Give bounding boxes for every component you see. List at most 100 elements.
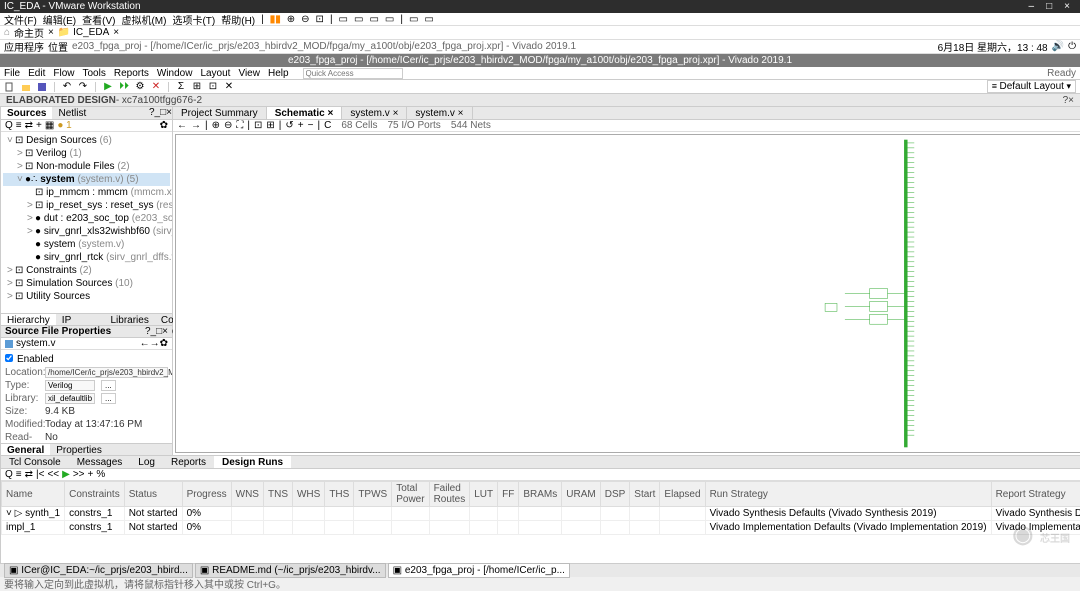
tool-icon[interactable]: + — [88, 469, 94, 480]
tab-system-v-2[interactable]: system.v × — [407, 107, 472, 119]
quick-access-input[interactable] — [303, 68, 403, 79]
tree-sirv-rtc[interactable]: ● sirv_gnrl_rtck (sirv_gnrl_dffs.v) — [3, 251, 170, 264]
col-header[interactable]: THS — [325, 482, 354, 507]
gear-icon[interactable]: ✿ — [160, 120, 168, 131]
gear-icon[interactable]: ✿ — [160, 338, 168, 349]
menu-window[interactable]: Window — [157, 68, 193, 79]
tab-schematic[interactable]: Schematic × — [267, 107, 343, 119]
location-field[interactable]: /home/ICer/ic_prjs/e203_hbirdv2_MOD/fpga… — [45, 367, 168, 378]
maximize-button[interactable]: □ — [1040, 1, 1058, 12]
tab-messages[interactable]: Messages — [69, 456, 131, 468]
tool-icon[interactable]: << — [47, 469, 59, 480]
tool-icon[interactable]: % — [96, 469, 105, 480]
tab-libraries[interactable]: Libraries — [104, 314, 154, 325]
redo-icon[interactable]: ↷ — [77, 81, 89, 93]
taskbar-item[interactable]: ▣ e203_fpga_proj - [/home/ICer/ic_p... — [388, 563, 570, 578]
menu-vm[interactable]: 虚拟机(M) — [121, 12, 166, 27]
close-icon[interactable]: × — [166, 107, 172, 119]
sys-icon[interactable]: ⏻ — [1068, 41, 1076, 52]
col-header[interactable]: Progress — [182, 482, 231, 507]
stop-icon[interactable]: ✕ — [150, 81, 162, 93]
tree-system[interactable]: ˅●∴ system (system.v) (5) — [3, 173, 170, 186]
save-icon[interactable] — [36, 81, 48, 93]
back-icon[interactable]: ← — [140, 338, 150, 349]
vm-tool-icon[interactable]: ▭ — [409, 14, 418, 25]
tool-icon[interactable]: ↺ — [285, 120, 293, 131]
menu-reports[interactable]: Reports — [114, 68, 149, 79]
col-header[interactable]: WHS — [292, 482, 324, 507]
tree-ip-reset[interactable]: ˃⊡ ip_reset_sys : reset_sys (reset_sys.x… — [3, 199, 170, 212]
col-header[interactable]: WNS — [231, 482, 263, 507]
tool-icon[interactable]: + — [298, 120, 304, 131]
tool-icon[interactable]: ≡ — [16, 469, 22, 480]
tree-design-sources[interactable]: ˅⊡ Design Sources (6) — [3, 134, 170, 147]
runs-table[interactable]: NameConstraintsStatusProgressWNSTNSWHSTH… — [1, 481, 1080, 563]
menu-layout[interactable]: Layout — [200, 68, 230, 79]
vm-tool-icon[interactable]: ▭ — [424, 14, 433, 25]
add-icon[interactable]: + — [36, 120, 42, 131]
tool-icon[interactable]: >> — [73, 469, 85, 480]
tool-icon[interactable]: Σ — [175, 81, 187, 93]
col-header[interactable]: Start — [630, 482, 660, 507]
vm-tool-icon[interactable]: ▭ — [339, 14, 348, 25]
vm-tool-icon[interactable]: ⊡ — [316, 14, 324, 25]
col-header[interactable]: TPWS — [354, 482, 392, 507]
browse-button[interactable]: ... — [101, 380, 116, 391]
menu-help[interactable]: Help — [268, 68, 289, 79]
col-header[interactable]: LUT — [470, 482, 498, 507]
menu-file[interactable]: File — [4, 68, 20, 79]
tab-tcl-console[interactable]: Tcl Console — [1, 456, 69, 468]
menu-flow[interactable]: Flow — [53, 68, 74, 79]
search-icon[interactable]: Q — [5, 469, 13, 480]
apps-label[interactable]: 应用程序 — [4, 39, 44, 54]
tab-ip-sources[interactable]: IP Sources — [56, 314, 105, 325]
close-button[interactable]: × — [1058, 1, 1076, 12]
tab-hierarchy[interactable]: Hierarchy — [1, 314, 56, 325]
run-all-icon[interactable]: ⏵⏵ — [118, 81, 130, 93]
tool-icon[interactable]: ⇄ — [25, 469, 33, 480]
tree-sim-sources[interactable]: ˃⊡ Simulation Sources (10) — [3, 277, 170, 290]
minimize-button[interactable]: – — [1023, 1, 1041, 12]
close-icon[interactable]: × — [1068, 95, 1074, 106]
tool-icon[interactable]: − — [308, 120, 314, 131]
tab-log[interactable]: Log — [130, 456, 163, 468]
new-icon[interactable] — [4, 81, 16, 93]
run-icon[interactable]: ▶ — [62, 469, 70, 480]
tool-icon[interactable]: ⊡ — [254, 120, 262, 131]
zoom-in-icon[interactable]: ⊕ — [212, 120, 220, 131]
tab-reports[interactable]: Reports — [163, 456, 214, 468]
menu-tools[interactable]: Tools — [82, 68, 105, 79]
menu-edit[interactable]: 编辑(E) — [43, 12, 76, 27]
col-header[interactable]: Report Strategy — [991, 482, 1080, 507]
back-icon[interactable]: ← — [177, 120, 187, 131]
expand-icon[interactable]: ⇄ — [25, 120, 33, 131]
tab-general[interactable]: General — [1, 444, 50, 455]
vm-tool-icon[interactable]: ⊕ — [287, 14, 295, 25]
library-field[interactable]: xil_defaultlib — [45, 393, 95, 404]
col-header[interactable]: Constraints — [65, 482, 125, 507]
location-label[interactable]: 位置 — [48, 39, 68, 54]
refresh-icon[interactable]: C — [324, 120, 331, 131]
sources-tree[interactable]: ˅⊡ Design Sources (6) ˃⊡ Verilog (1) ˃⊡ … — [1, 132, 172, 313]
tree-verilog[interactable]: ˃⊡ Verilog (1) — [3, 147, 170, 160]
tool-icon[interactable]: ✕ — [223, 81, 235, 93]
col-header[interactable]: URAM — [562, 482, 600, 507]
tool-icon[interactable]: ● 1 — [57, 120, 71, 131]
tab-sources[interactable]: Sources — [1, 107, 52, 119]
browse-button[interactable]: ... — [101, 393, 116, 404]
menu-view[interactable]: View — [238, 68, 260, 79]
type-field[interactable]: Verilog — [45, 380, 95, 391]
menu-edit[interactable]: Edit — [28, 68, 45, 79]
col-header[interactable]: Failed Routes — [429, 482, 470, 507]
zoom-out-icon[interactable]: ⊖ — [224, 120, 232, 131]
layout-selector[interactable]: ≡ Default Layout ▾ — [987, 80, 1076, 93]
collapse-icon[interactable]: ≡ — [16, 120, 22, 131]
tab-project-summary[interactable]: Project Summary — [173, 107, 267, 119]
undo-icon[interactable]: ↶ — [61, 81, 73, 93]
fwd-icon[interactable]: → — [191, 120, 201, 131]
tool-icon[interactable]: ⊡ — [207, 81, 219, 93]
table-row[interactable]: impl_1constrs_1Not started0%Vivado Imple… — [2, 521, 1080, 535]
tool-icon[interactable]: ⊞ — [266, 120, 274, 131]
col-header[interactable]: Name — [2, 482, 65, 507]
tab-properties[interactable]: Properties — [50, 444, 108, 455]
